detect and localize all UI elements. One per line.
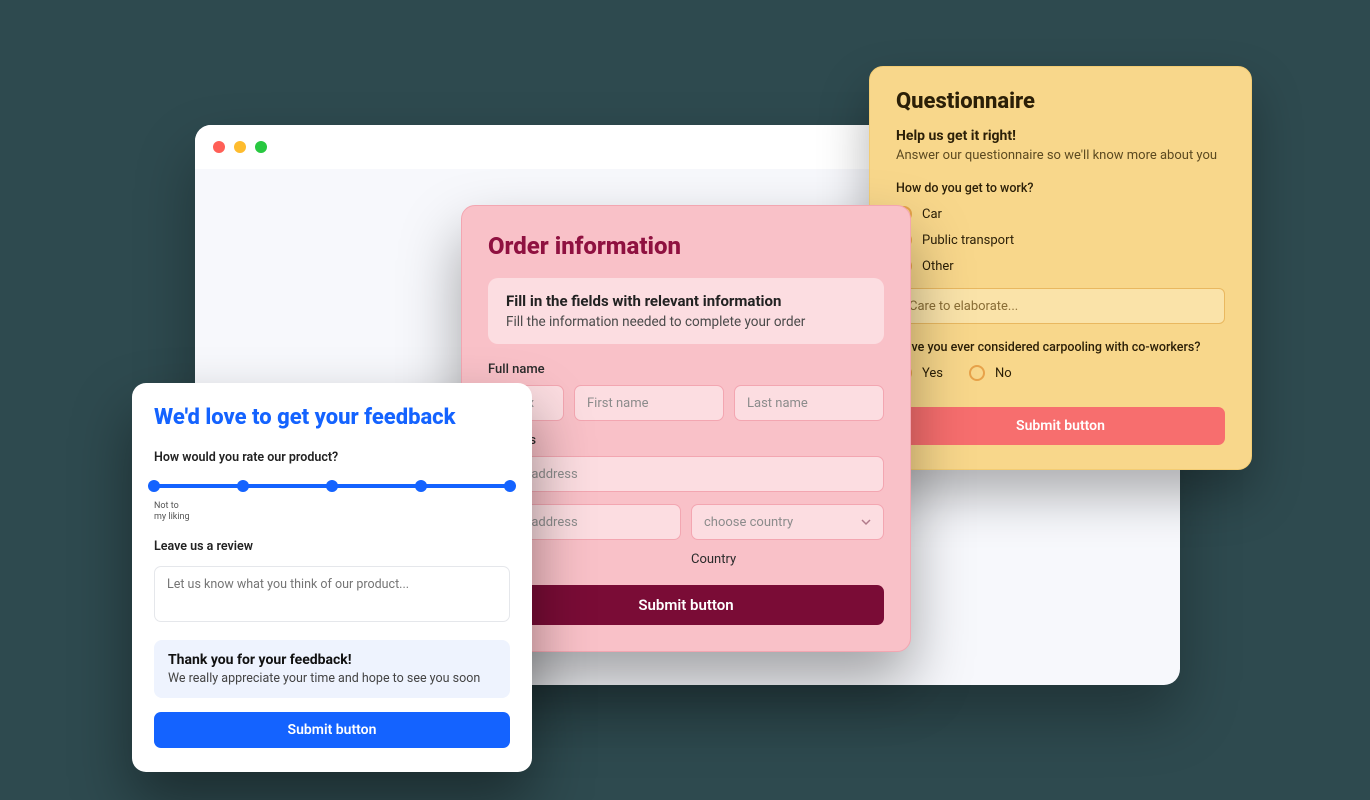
chevron-down-icon xyxy=(861,517,871,527)
questionnaire-title: Questionnaire xyxy=(896,89,1225,114)
slider-stop xyxy=(148,480,160,492)
questionnaire-subtitle: Help us get it right! xyxy=(896,128,1225,144)
country-label: Country xyxy=(691,552,884,567)
radio-option-other[interactable]: Other xyxy=(896,258,1225,274)
thank-you-banner: Thank you for your feedback! We really a… xyxy=(154,640,510,698)
radio-option-car[interactable]: Car xyxy=(896,206,1225,222)
review-textarea[interactable] xyxy=(154,566,510,622)
address-label: Address xyxy=(488,433,884,448)
thank-you-sub: We really appreciate your time and hope … xyxy=(168,671,496,686)
rating-slider[interactable] xyxy=(154,477,510,495)
radio-label: Other xyxy=(922,259,954,274)
rating-label: How would you rate our product? xyxy=(154,450,510,465)
order-banner-title: Fill in the fields with relevant informa… xyxy=(506,292,866,310)
question-1-label: How do you get to work? xyxy=(896,181,1225,196)
order-info-banner: Fill in the fields with relevant informa… xyxy=(488,278,884,344)
radio-label: No xyxy=(995,366,1012,381)
slider-min-label: Not to my liking xyxy=(154,501,190,523)
address-line-1-input[interactable] xyxy=(488,456,884,492)
order-title: Order information xyxy=(488,232,884,260)
feedback-card: We'd love to get your feedback How would… xyxy=(132,383,532,772)
feedback-submit-button[interactable]: Submit button xyxy=(154,712,510,748)
radio-label: Yes xyxy=(922,366,943,381)
review-label: Leave us a review xyxy=(154,539,510,554)
slider-stop xyxy=(237,480,249,492)
lastname-input[interactable] xyxy=(734,385,884,421)
firstname-input[interactable] xyxy=(574,385,724,421)
slider-stop xyxy=(504,480,516,492)
radio-label: Public transport xyxy=(922,233,1014,248)
window-maximize-dot[interactable] xyxy=(255,141,267,153)
questionnaire-submit-button[interactable]: Submit button xyxy=(896,407,1225,445)
radio-option-no[interactable]: No xyxy=(969,365,1012,381)
slider-stop xyxy=(415,480,427,492)
order-banner-sub: Fill the information needed to complete … xyxy=(506,314,866,330)
window-minimize-dot[interactable] xyxy=(234,141,246,153)
question-2-label: Have you ever considered carpooling with… xyxy=(896,340,1225,355)
radio-option-public-transport[interactable]: Public transport xyxy=(896,232,1225,248)
country-select-placeholder: choose country xyxy=(704,515,793,530)
questionnaire-card: Questionnaire Help us get it right! Answ… xyxy=(869,66,1252,470)
elaborate-input[interactable] xyxy=(896,288,1225,324)
feedback-title: We'd love to get your feedback xyxy=(154,405,510,430)
thank-you-title: Thank you for your feedback! xyxy=(168,652,496,668)
questionnaire-description: Answer our questionnaire so we'll know m… xyxy=(896,148,1225,163)
fullname-label: Full name xyxy=(488,362,884,377)
radio-icon xyxy=(969,365,985,381)
slider-stop xyxy=(326,480,338,492)
radio-label: Car xyxy=(922,207,942,222)
order-submit-button[interactable]: Submit button xyxy=(488,585,884,625)
window-close-dot[interactable] xyxy=(213,141,225,153)
country-select[interactable]: choose country xyxy=(691,504,884,540)
